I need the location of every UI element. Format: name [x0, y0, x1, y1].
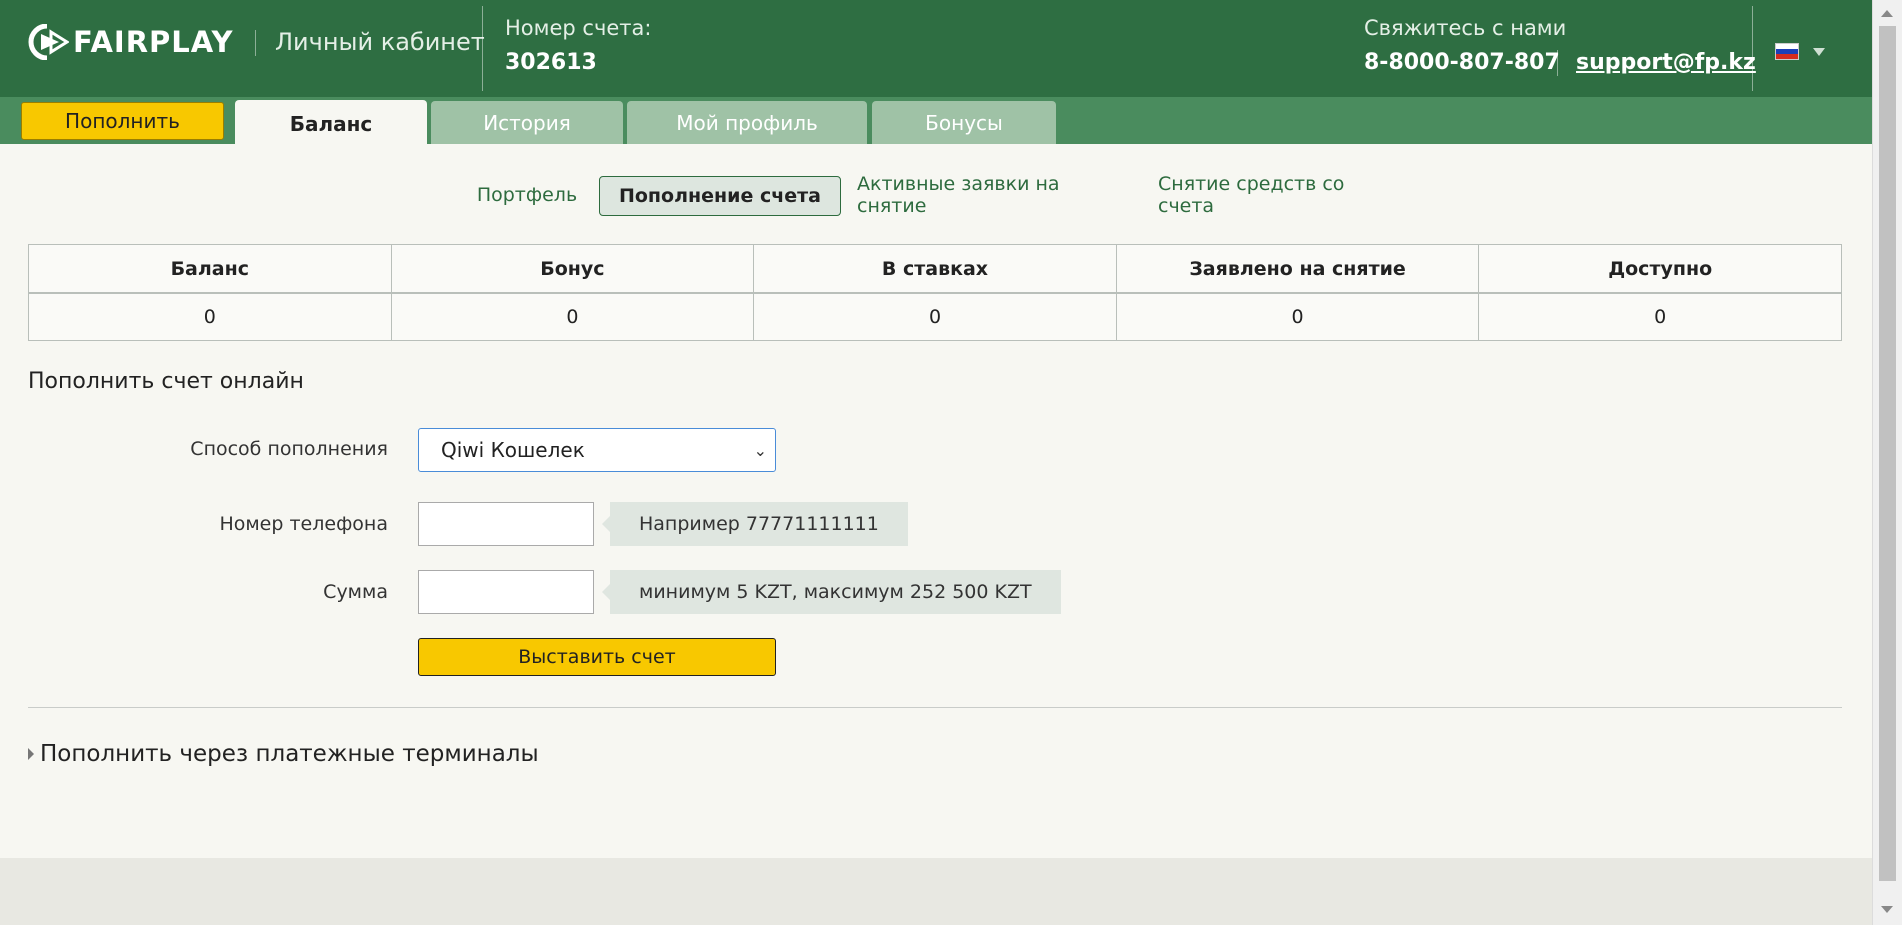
language-selector[interactable]: [1775, 43, 1825, 60]
method-select[interactable]: Qiwi Кошелек ⌄: [418, 428, 776, 472]
subtab-active-withdrawals[interactable]: Активные заявки на снятие: [857, 173, 1123, 217]
contact-email-link[interactable]: support@fp.kz: [1576, 50, 1756, 75]
subtab-portfolio[interactable]: Портфель: [472, 176, 582, 214]
value-available: 0: [1478, 292, 1842, 341]
subtab-withdraw[interactable]: Снятие средств со счета: [1158, 173, 1398, 217]
table-row: 0 0 0 0 0: [28, 292, 1842, 341]
phone-hint: Например 77771111111: [602, 502, 908, 546]
tab-bonuses[interactable]: Бонусы: [872, 101, 1056, 144]
method-label: Способ пополнения: [190, 438, 388, 460]
main-tabs: Пополнить Баланс История Мой профиль Бон…: [0, 97, 1872, 147]
divider: [255, 30, 256, 56]
vertical-scrollbar[interactable]: [1872, 0, 1902, 925]
value-withdrawal-requested: 0: [1115, 292, 1480, 341]
terminals-label: Пополнить через платежные терминалы: [40, 741, 539, 767]
divider: [482, 6, 483, 91]
header-withdrawal-requested: Заявлено на снятие: [1115, 244, 1480, 294]
header: FAIRPLAY Личный кабинет Номер счета: 302…: [0, 0, 1872, 97]
tab-history[interactable]: История: [431, 101, 623, 144]
scroll-down-icon[interactable]: [1881, 906, 1893, 913]
amount-input[interactable]: [418, 570, 594, 614]
divider: [1557, 50, 1558, 76]
scrollbar-thumb[interactable]: [1879, 26, 1896, 881]
logo-icon: [28, 24, 69, 60]
page: FAIRPLAY Личный кабинет Номер счета: 302…: [0, 0, 1872, 925]
section-title: Пополнить счет онлайн: [28, 369, 304, 394]
contact-phone[interactable]: 8-8000-807-807: [1364, 50, 1560, 75]
subtab-deposit[interactable]: Пополнение счета: [599, 176, 841, 216]
header-available: Доступно: [1478, 244, 1842, 294]
cabinet-title: Личный кабинет: [275, 28, 485, 56]
phone-input[interactable]: [418, 502, 594, 546]
brand-name: FAIRPLAY: [73, 25, 234, 59]
amount-hint: минимум 5 KZT, максимум 252 500 KZT: [602, 570, 1061, 614]
amount-label: Сумма: [323, 581, 388, 603]
chevron-down-icon: ⌄: [753, 441, 767, 460]
balance-summary-table: Баланс Бонус В ставках Заявлено на сняти…: [28, 244, 1842, 341]
header-balance: Баланс: [28, 244, 392, 294]
tab-balance[interactable]: Баланс: [235, 100, 427, 147]
footer: [0, 858, 1872, 925]
method-select-value: Qiwi Кошелек: [441, 438, 585, 462]
value-balance: 0: [28, 292, 392, 341]
expand-arrow-icon: [28, 748, 34, 760]
value-bonus: 0: [390, 292, 755, 341]
account-number: 302613: [505, 50, 597, 75]
terminals-expander[interactable]: Пополнить через платежные терминалы: [28, 741, 539, 767]
chevron-down-icon: [1813, 47, 1825, 56]
divider: [28, 707, 1842, 708]
submit-invoice-button[interactable]: Выставить счет: [418, 638, 776, 676]
table-header-row: Баланс Бонус В ставках Заявлено на сняти…: [28, 244, 1842, 294]
header-in-bets: В ставках: [753, 244, 1117, 294]
flag-ru-icon: [1775, 43, 1799, 60]
contact-label: Свяжитесь с нами: [1364, 16, 1567, 40]
balance-subtabs: Портфель Пополнение счета Активные заявк…: [0, 173, 1872, 217]
tab-profile[interactable]: Мой профиль: [627, 101, 867, 144]
phone-label: Номер телефона: [219, 513, 388, 535]
header-bonus: Бонус: [390, 244, 755, 294]
logo[interactable]: FAIRPLAY: [27, 24, 233, 60]
topup-button[interactable]: Пополнить: [21, 102, 224, 140]
account-label: Номер счета:: [505, 16, 652, 40]
scroll-up-icon[interactable]: [1881, 10, 1893, 17]
value-in-bets: 0: [753, 292, 1117, 341]
divider: [1752, 6, 1753, 91]
